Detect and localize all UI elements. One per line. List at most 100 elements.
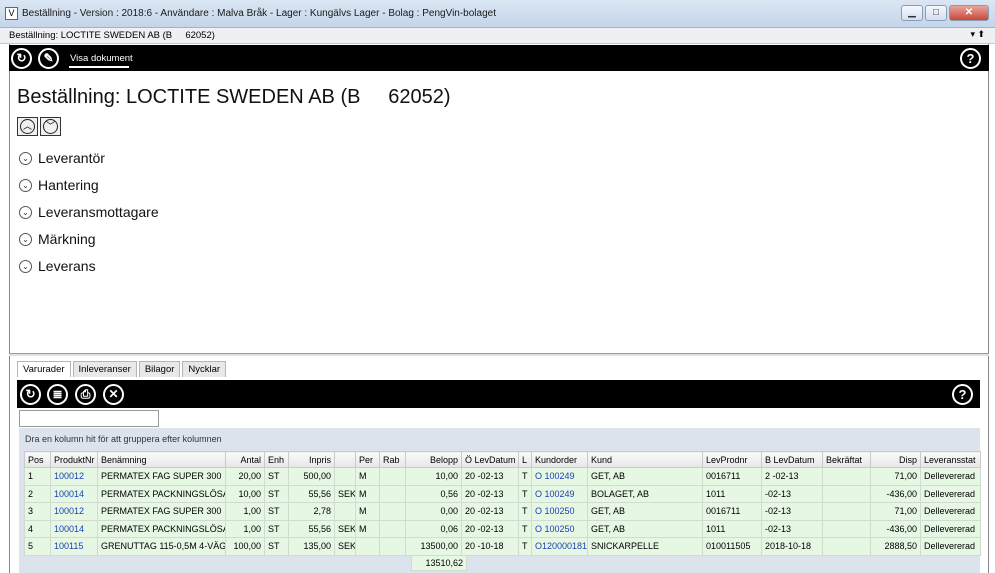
table-cell: 13500,00: [405, 537, 462, 556]
column-header[interactable]: Rab: [379, 451, 406, 468]
table-cell[interactable]: O120000181: [531, 537, 588, 556]
column-header[interactable]: Inpris: [288, 451, 335, 468]
column-header[interactable]: Kund: [587, 451, 703, 468]
table-cell: PERMATEX PACKNINGSLÖSARE: [97, 519, 226, 538]
tab-nycklar[interactable]: Nycklar: [182, 361, 227, 377]
tab-inleveranser[interactable]: Inleveranser: [72, 361, 137, 377]
help-icon[interactable]: ?: [960, 48, 981, 69]
table-cell: ST: [264, 537, 289, 556]
table-cell: 1,00: [225, 502, 265, 521]
grid-help-icon[interactable]: ?: [952, 384, 973, 405]
pin-icon[interactable]: ▾ ⬆: [970, 29, 985, 40]
column-header[interactable]: Per: [355, 451, 380, 468]
table-cell: Dellevererad: [920, 519, 981, 538]
table-cell: [355, 537, 380, 556]
column-header[interactable]: Disp: [870, 451, 921, 468]
table-row[interactable]: 5 100115 GRENUTTAG 115-0,5M 4-VÄG 100,00 ST 1…: [24, 537, 981, 556]
column-header[interactable]: Leveransstat: [920, 451, 981, 468]
table-cell: Dellevererad: [920, 484, 981, 503]
table-cell[interactable]: O 100250: [531, 502, 588, 521]
maximize-button[interactable]: □: [925, 5, 947, 21]
grid-toolbar: [17, 380, 980, 408]
column-header[interactable]: Antal: [225, 451, 265, 468]
table-cell[interactable]: O 100249: [531, 467, 588, 486]
section-label: Leveransmottagare: [38, 204, 159, 220]
table-cell: PERMATEX FAG SUPER 300: [97, 467, 226, 486]
table-cell: -02-13: [761, 519, 823, 538]
table-cell: 2018-10-18: [761, 537, 823, 556]
table-cell[interactable]: 100012: [50, 467, 98, 486]
table-cell: SNICKARPELLE: [587, 537, 703, 556]
column-header[interactable]: LevProdnr: [702, 451, 762, 468]
table-cell: -436,00: [870, 519, 921, 538]
table-cell: 0,06: [405, 519, 462, 538]
table-cell: 20 -02-13: [461, 467, 519, 486]
cancel-icon[interactable]: ✕: [103, 384, 124, 405]
window-title: Beställning - Version : 2018:6 - Använda…: [22, 8, 496, 19]
table-cell[interactable]: O 100250: [531, 519, 588, 538]
column-header[interactable]: [334, 451, 356, 468]
filter-input[interactable]: [19, 410, 159, 427]
pin-edit-icon[interactable]: ✎: [38, 48, 59, 69]
section-leverans[interactable]: ⌄ Leverans: [19, 258, 96, 274]
table-cell[interactable]: 100012: [50, 502, 98, 521]
table-cell: SEK: [334, 537, 356, 556]
table-cell: ST: [264, 467, 289, 486]
table-cell: 1: [24, 467, 51, 486]
document-tab[interactable]: Beställning: LOCTITE SWEDEN AB (B 62052)…: [0, 28, 995, 44]
table-cell: 1011: [702, 484, 762, 503]
print-icon[interactable]: ⎙: [75, 384, 96, 405]
section-leveransmottagare[interactable]: ⌄ Leveransmottagare: [19, 204, 159, 220]
column-header[interactable]: Kundorder: [531, 451, 588, 468]
previous-button[interactable]: ︿: [17, 117, 38, 136]
section-leverantor[interactable]: ⌄ Leverantör: [19, 150, 105, 166]
table-cell[interactable]: 100115: [50, 537, 98, 556]
grid-refresh-icon[interactable]: ↻: [20, 384, 41, 405]
section-hantering[interactable]: ⌄ Hantering: [19, 177, 99, 193]
next-button[interactable]: ﹀: [40, 117, 61, 136]
table-cell: -02-13: [761, 502, 823, 521]
column-header[interactable]: B LevDatum: [761, 451, 823, 468]
tab-bilagor[interactable]: Bilagor: [138, 361, 181, 377]
tab-varurader[interactable]: Varurader: [17, 361, 71, 377]
list-settings-icon[interactable]: ≣: [47, 384, 68, 405]
table-cell: ST: [264, 484, 289, 503]
table-cell: 20 -02-13: [461, 484, 519, 503]
refresh-icon[interactable]: ↻: [11, 48, 32, 69]
table-cell: 10,00: [225, 484, 265, 503]
chevron-down-icon: ⌄: [19, 259, 32, 273]
column-header[interactable]: Belopp: [405, 451, 462, 468]
column-header[interactable]: Pos: [24, 451, 51, 468]
column-header[interactable]: Benämning: [97, 451, 226, 468]
table-row[interactable]: 1 100012 PERMATEX FAG SUPER 300 20,00 ST 500,…: [24, 467, 981, 486]
table-cell[interactable]: 100014: [50, 519, 98, 538]
chevron-down-icon: ⌄: [19, 205, 32, 219]
table-row[interactable]: 3 100012 PERMATEX FAG SUPER 300 1,00 ST 2,78 M…: [24, 502, 981, 521]
table-cell[interactable]: O 100249: [531, 484, 588, 503]
table-cell: ΒOLAGET, AB: [587, 484, 703, 503]
table-cell: 0016711: [702, 467, 762, 486]
table-cell: 0016711: [702, 502, 762, 521]
column-header[interactable]: ProduktNr: [50, 451, 98, 468]
close-button[interactable]: ✕: [949, 5, 989, 21]
minimize-button[interactable]: ▁: [901, 5, 923, 21]
column-header[interactable]: Enh: [264, 451, 289, 468]
section-markning[interactable]: ⌄ Märkning: [19, 231, 96, 247]
table-cell: M: [355, 519, 380, 538]
table-cell[interactable]: 100014: [50, 484, 98, 503]
table-row[interactable]: 2100014PERMATEX PACKNINGSLÖSARE10,00ST55…: [24, 484, 981, 503]
table-cell: M: [355, 467, 380, 486]
chevron-down-icon: ⌄: [19, 151, 32, 165]
table-cell: 2 -02-13: [761, 467, 823, 486]
column-header[interactable]: Ö LevDatum: [461, 451, 519, 468]
column-header[interactable]: L: [518, 451, 532, 468]
grid-area: Dra en kolumn hit för att gruppera efter…: [19, 428, 981, 573]
table-row[interactable]: 4100014PERMATEX PACKNINGSLÖSARE1,00ST55,…: [24, 519, 981, 538]
splitter[interactable]: [9, 353, 989, 356]
table-cell: 71,00: [870, 502, 921, 521]
visa-dokument-button[interactable]: Visa dokument: [70, 53, 133, 64]
table-cell: [379, 502, 406, 521]
table-cell: [379, 537, 406, 556]
column-header[interactable]: Bekräftat: [822, 451, 871, 468]
main-toolbar: [9, 45, 989, 71]
